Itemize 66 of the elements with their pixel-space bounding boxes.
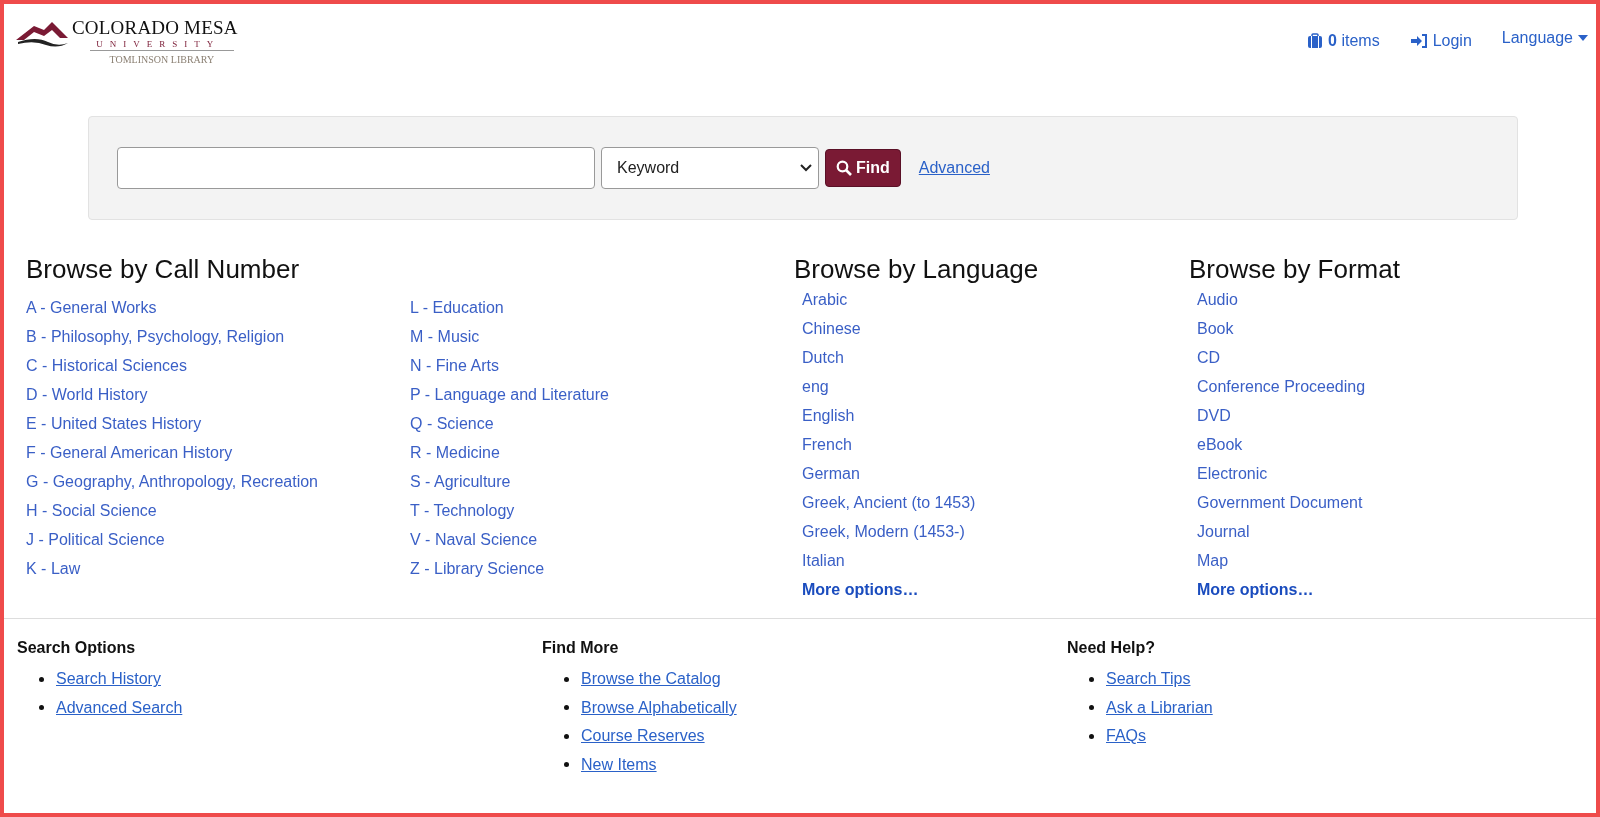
call-number-link[interactable]: Q - Science — [410, 409, 494, 438]
footer-link[interactable]: Search History — [56, 670, 161, 689]
logo-name: COLORADO MESA — [72, 18, 238, 38]
footer-heading: Need Help? — [1067, 639, 1155, 657]
footer-heading: Search Options — [17, 639, 136, 657]
language-link[interactable]: Greek, Modern (1453-) — [802, 517, 965, 546]
call-number-link[interactable]: R - Medicine — [410, 438, 500, 467]
more-options-link[interactable]: More options… — [1197, 575, 1314, 604]
format-link[interactable]: Journal — [1197, 517, 1250, 546]
more-options-link[interactable]: More options… — [802, 575, 919, 604]
login-link[interactable]: Login — [1409, 32, 1472, 50]
call-number-link[interactable]: H - Social Science — [26, 496, 157, 525]
language-menu[interactable]: Language — [1501, 29, 1588, 47]
call-number-link[interactable]: V - Naval Science — [410, 525, 538, 554]
call-number-link[interactable]: E - United States History — [26, 409, 202, 438]
language-link[interactable]: Italian — [802, 546, 845, 575]
call-number-link[interactable]: L - Education — [410, 293, 504, 322]
call-number-link[interactable]: T - Technology — [410, 496, 515, 525]
cart-link[interactable]: 0 items — [1307, 32, 1380, 50]
call-number-link[interactable]: B - Philosophy, Psychology, Religion — [26, 322, 285, 351]
call-number-link[interactable]: F - General American History — [26, 438, 233, 467]
call-number-link[interactable]: D - World History — [26, 380, 148, 409]
call-number-link[interactable]: P - Language and Literature — [410, 380, 609, 409]
logo-university: UNIVERSITY — [95, 38, 221, 50]
section-heading: Browse by Call Number — [26, 254, 301, 285]
language-link[interactable]: Arabic — [802, 285, 848, 314]
format-link[interactable]: Electronic — [1197, 459, 1268, 488]
call-number-link[interactable]: M - Music — [410, 322, 480, 351]
language-link[interactable]: Dutch — [802, 343, 844, 372]
footer-link[interactable]: Browse Alphabetically — [581, 698, 737, 717]
language-link[interactable]: German — [802, 459, 860, 488]
format-link[interactable]: Book — [1197, 314, 1234, 343]
footer-heading: Find More — [542, 639, 619, 657]
footer-link[interactable]: New Items — [581, 755, 657, 774]
format-link[interactable]: Map — [1197, 546, 1229, 575]
call-number-link[interactable]: G - Geography, Anthropology, Recreation — [26, 467, 318, 496]
call-number-link[interactable]: S - Agriculture — [410, 467, 511, 496]
logo-library: TOMLINSON LIBRARY — [89, 50, 234, 65]
section-heading: Browse by Format — [1189, 254, 1401, 285]
format-link[interactable]: Government Document — [1197, 488, 1363, 517]
advanced-link[interactable]: Advanced — [918, 159, 990, 177]
find-button[interactable]: Find — [825, 149, 901, 187]
call-number-link[interactable]: C - Historical Sciences — [26, 351, 187, 380]
language-link[interactable]: Greek, Ancient (to 1453) — [802, 488, 976, 517]
footer-link[interactable]: FAQs — [1106, 727, 1146, 746]
call-number-link[interactable]: A - General Works — [26, 293, 157, 322]
format-link[interactable]: eBook — [1197, 430, 1243, 459]
call-number-link[interactable]: Z - Library Science — [410, 554, 545, 583]
format-link[interactable]: CD — [1197, 343, 1221, 372]
format-link[interactable]: Audio — [1197, 285, 1238, 314]
footer-link[interactable]: Ask a Librarian — [1106, 698, 1213, 717]
call-number-link[interactable]: N - Fine Arts — [410, 351, 499, 380]
format-link[interactable]: Conference Proceeding — [1197, 372, 1366, 401]
language-link[interactable]: eng — [802, 372, 829, 401]
format-link[interactable]: DVD — [1197, 401, 1231, 430]
call-number-link[interactable]: J - Political Science — [26, 525, 165, 554]
section-heading: Browse by Language — [794, 254, 1040, 285]
search-type-select[interactable]: Keyword — [601, 147, 819, 189]
footer-link[interactable]: Browse the Catalog — [581, 670, 721, 689]
footer-link[interactable]: Search Tips — [1106, 670, 1191, 689]
language-link[interactable]: English — [802, 401, 855, 430]
language-link[interactable]: French — [802, 430, 852, 459]
language-link[interactable]: Chinese — [802, 314, 861, 343]
call-number-link[interactable]: K - Law — [26, 554, 81, 583]
footer-link[interactable]: Course Reserves — [581, 727, 705, 746]
footer-link[interactable]: Advanced Search — [56, 698, 183, 717]
